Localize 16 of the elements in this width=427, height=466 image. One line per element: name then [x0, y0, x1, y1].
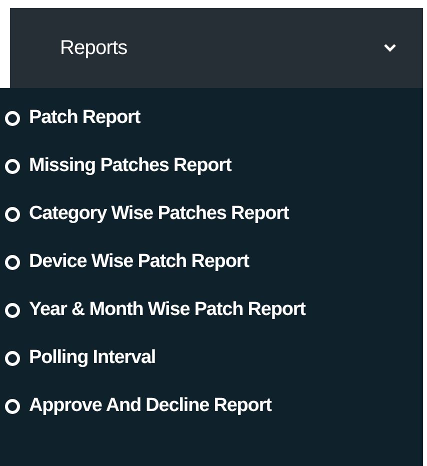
- circle-icon: [5, 302, 20, 318]
- menu-item[interactable]: Category Wise Patches Report: [0, 190, 423, 238]
- menu-item[interactable]: Approve And Decline Report: [0, 382, 423, 430]
- menu-item[interactable]: Polling Interval: [0, 334, 423, 382]
- menu-header[interactable]: Reports: [10, 8, 423, 88]
- circle-icon: [5, 158, 20, 174]
- menu-title: Reports: [60, 36, 128, 60]
- circle-icon: [5, 110, 20, 126]
- menu-item[interactable]: Missing Patches Report: [0, 142, 423, 190]
- menu-item[interactable]: Patch Report: [0, 94, 423, 142]
- circle-icon: [5, 350, 20, 366]
- circle-icon: [5, 398, 20, 414]
- menu-item[interactable]: Year & Month Wise Patch Report: [0, 286, 423, 334]
- menu-item[interactable]: Device Wise Patch Report: [0, 238, 423, 286]
- circle-icon: [5, 206, 20, 222]
- circle-icon: [5, 254, 20, 270]
